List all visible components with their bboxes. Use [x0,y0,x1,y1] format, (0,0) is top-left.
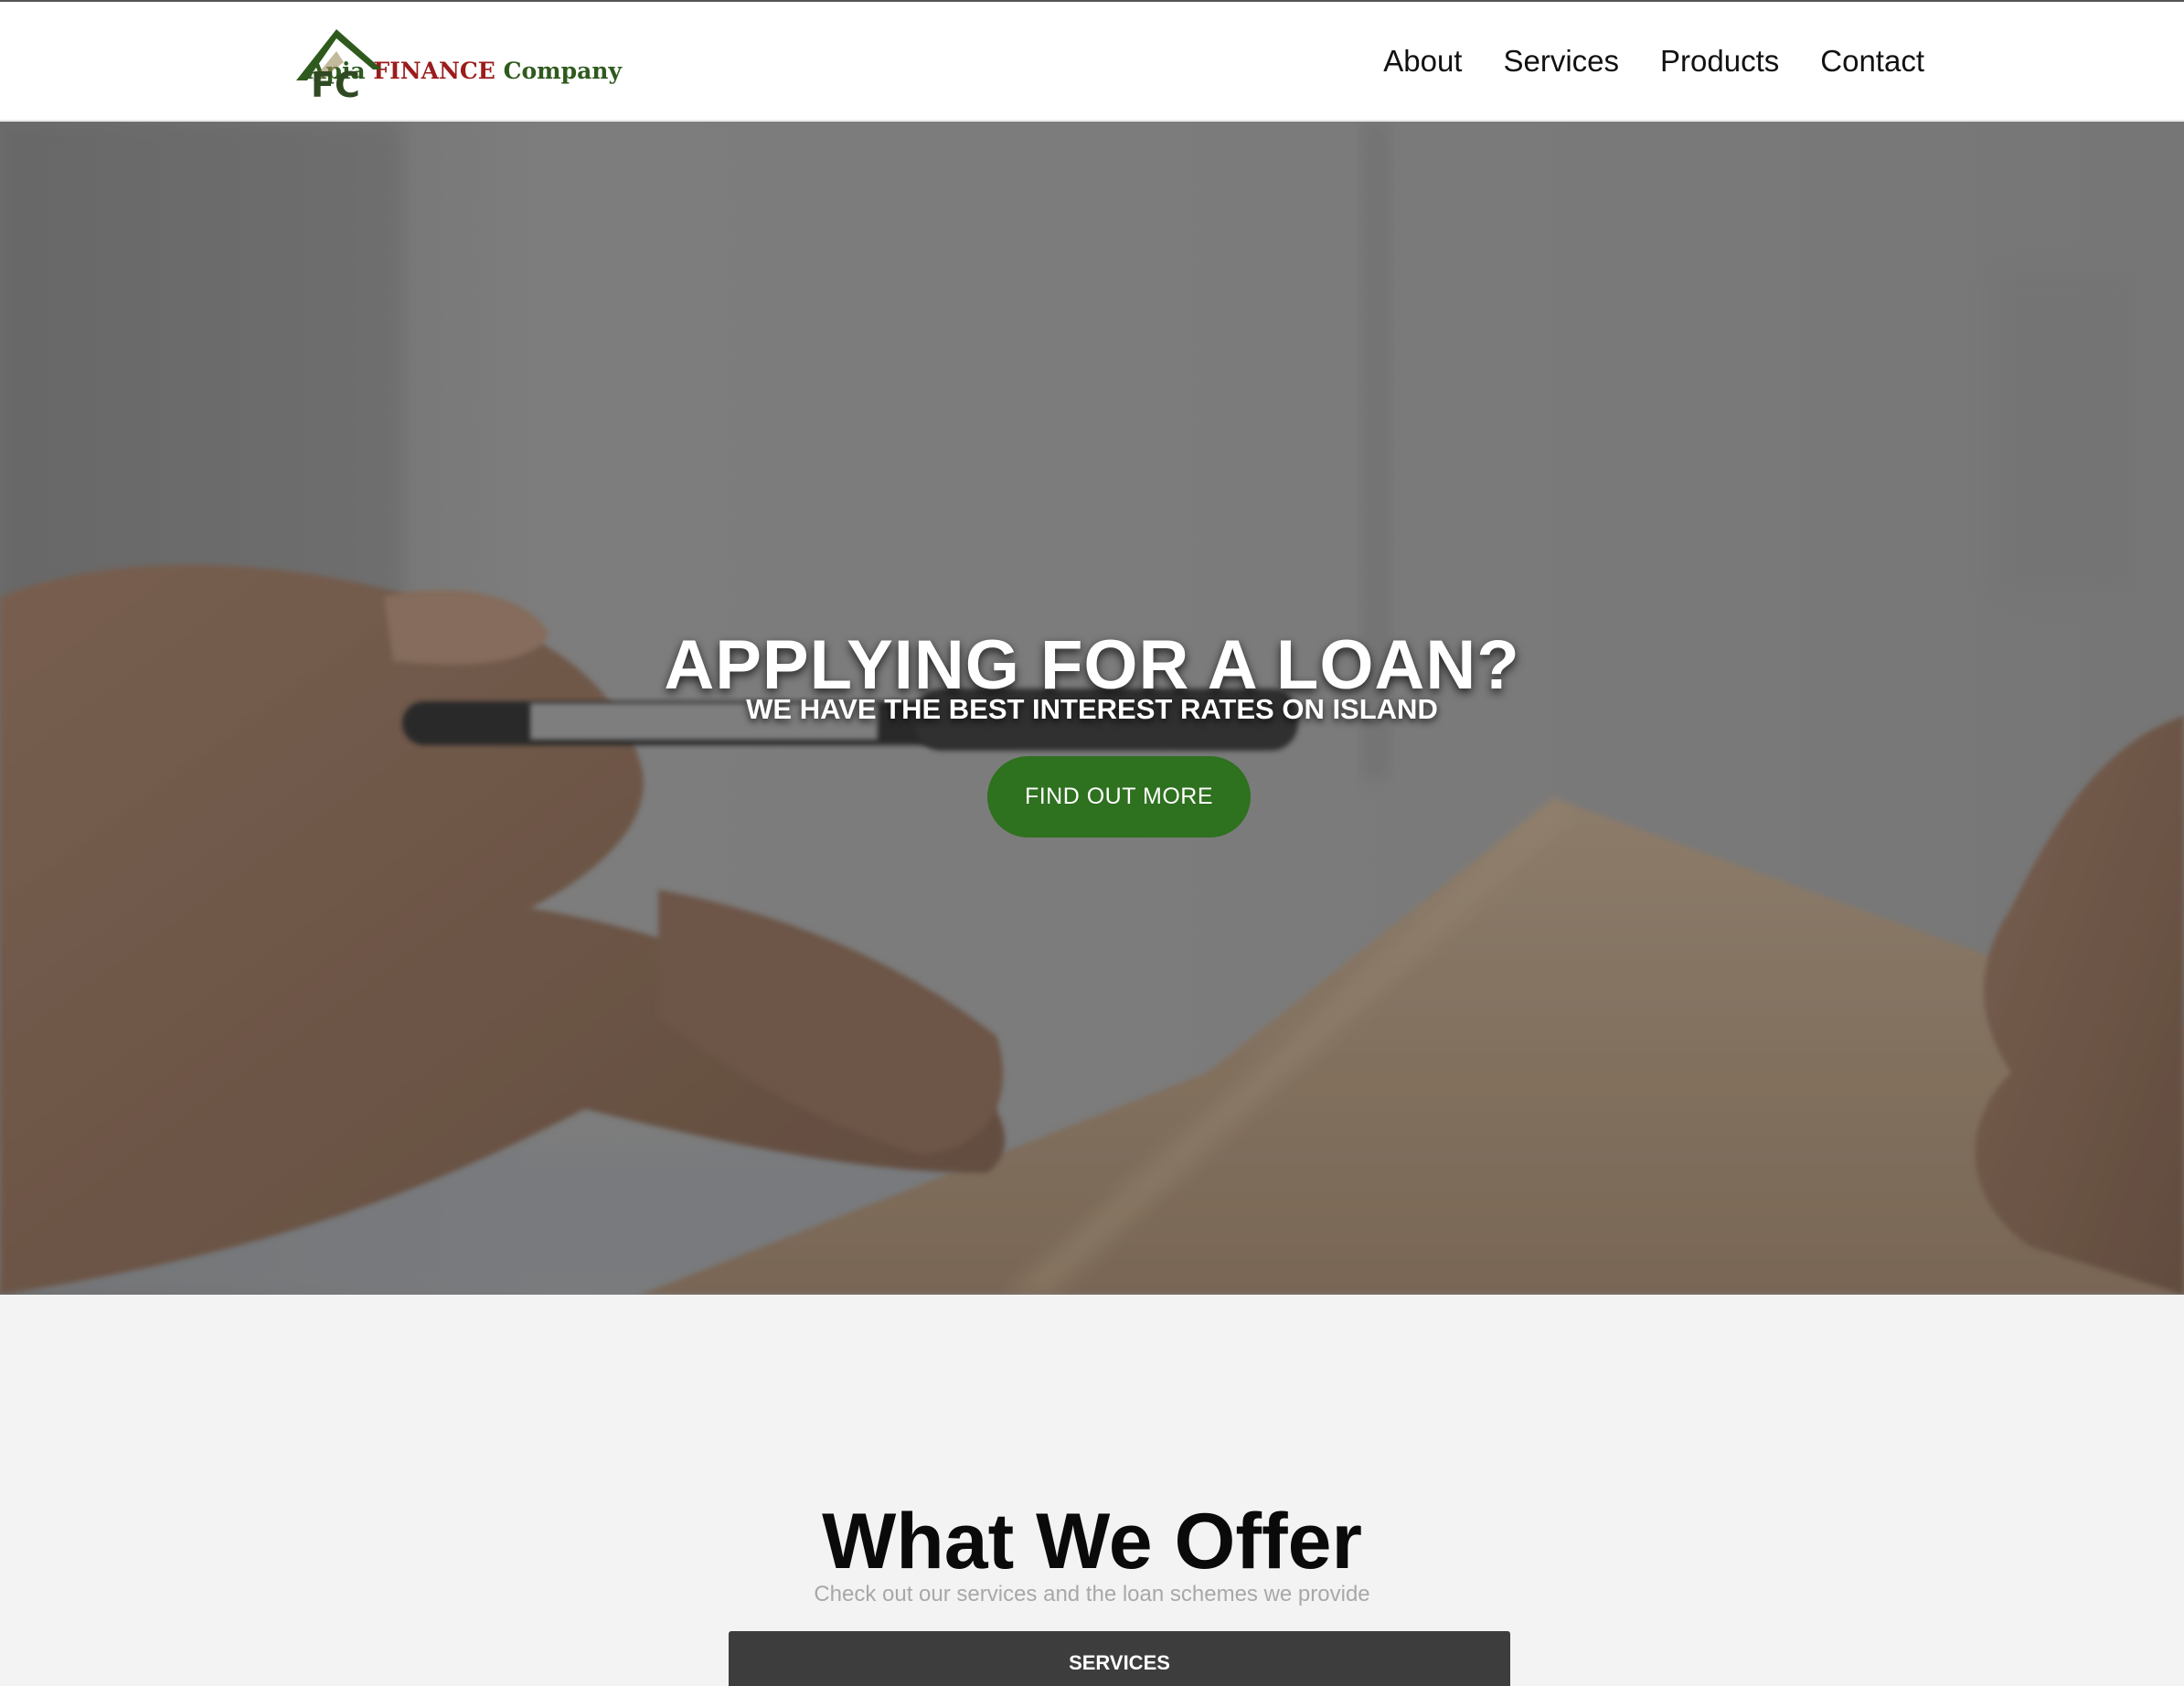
hero-subtitle: WE HAVE THE BEST INTEREST RATES ON ISLAN… [746,693,1438,725]
navbar: FC Apia FINANCE Company About Services P… [0,2,2184,121]
nav-link-about[interactable]: About [1383,44,1462,79]
services-tab[interactable]: SERVICES [729,1631,1510,1686]
nav-link-products[interactable]: Products [1660,44,1779,79]
logo-letters: FC [311,65,360,102]
section-subtitle: Check out our services and the loan sche… [814,1582,1370,1606]
section-title: What We Offer [822,1498,1362,1586]
brand-name-part3: Company [503,57,622,84]
main-nav: About Services Products Contact [1342,2,1924,121]
brand-logo[interactable]: FC Apia FINANCE Company [293,26,622,102]
what-we-offer-section: What We Offer Check out our services and… [0,1295,2184,1686]
house-roof-logo-icon: FC [293,26,382,102]
find-out-more-button[interactable]: FIND OUT MORE [987,756,1251,838]
nav-link-services[interactable]: Services [1503,44,1619,79]
hero-section: APPLYING FOR A LOAN? WE HAVE THE BEST IN… [0,122,2184,1295]
nav-link-contact[interactable]: Contact [1820,44,1924,79]
